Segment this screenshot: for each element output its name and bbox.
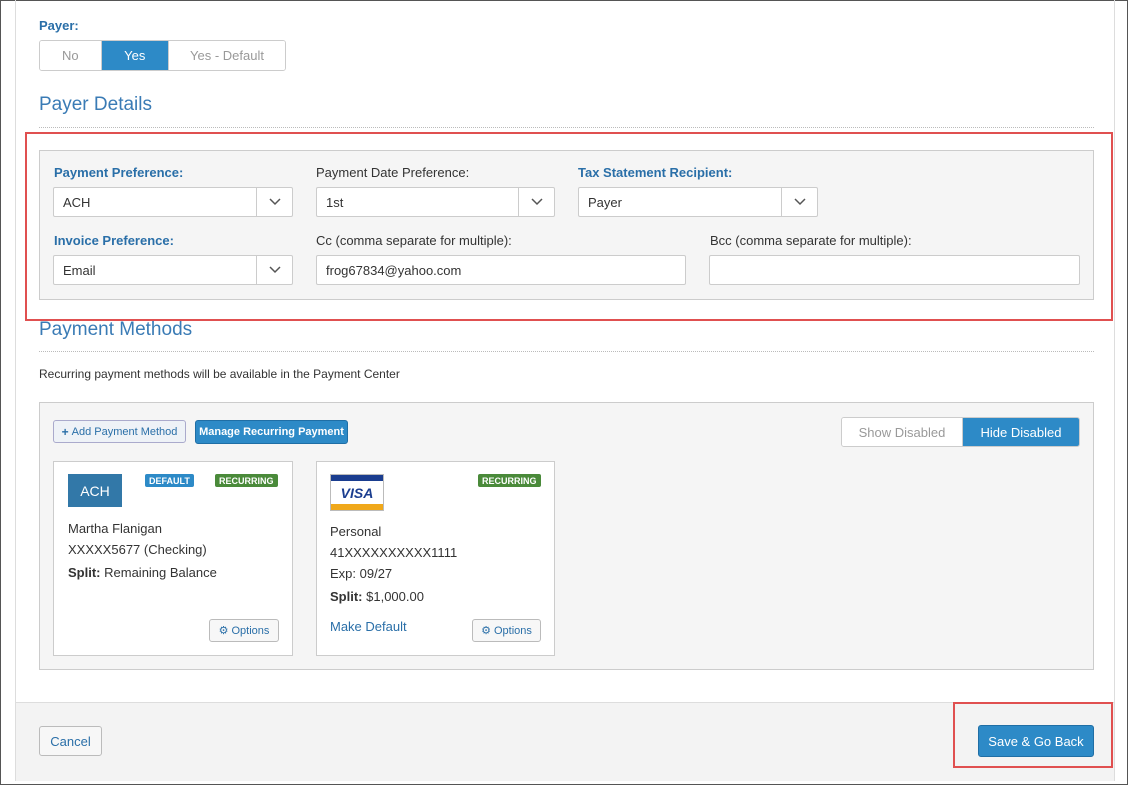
card-number: 41XXXXXXXXXX1111: [330, 545, 458, 560]
payer-option-no[interactable]: No: [40, 41, 102, 70]
payer-option-yes[interactable]: Yes: [101, 41, 169, 70]
options-label: Options: [231, 624, 270, 637]
card-holder-name: Martha Flanigan: [68, 521, 162, 536]
card-split: Split: $1,000.00: [330, 589, 424, 604]
disabled-toggle: Show Disabled Hide Disabled: [841, 417, 1080, 447]
split-value: $1,000.00: [366, 589, 424, 604]
add-payment-method-label: Add Payment Method: [71, 425, 178, 438]
gear-icon: ⚙: [218, 625, 229, 637]
highlight-box-save: [953, 702, 1113, 768]
options-button[interactable]: ⚙ Options: [209, 619, 279, 642]
options-button[interactable]: ⚙ Options: [472, 619, 541, 642]
recurring-badge: RECURRING: [215, 474, 278, 487]
payer-toggle: No Yes Yes - Default: [39, 40, 286, 71]
ach-icon: ACH: [68, 474, 122, 507]
divider: [39, 351, 1094, 352]
split-label: Split:: [68, 565, 101, 580]
card-account: XXXXX5677 (Checking): [68, 542, 207, 557]
make-default-link[interactable]: Make Default: [330, 619, 407, 634]
hide-disabled-button[interactable]: Hide Disabled: [962, 418, 1079, 446]
card-expiration: Exp: 09/27: [330, 566, 393, 581]
show-disabled-button[interactable]: Show Disabled: [842, 418, 963, 446]
payer-details-title: Payer Details: [39, 94, 152, 115]
card-split: Split: Remaining Balance: [68, 565, 217, 580]
add-payment-method-button[interactable]: + Add Payment Method: [53, 420, 186, 443]
payment-methods-title: Payment Methods: [39, 319, 193, 340]
split-value: Remaining Balance: [104, 565, 217, 580]
recurring-badge: RECURRING: [478, 474, 541, 487]
cancel-button[interactable]: Cancel: [39, 726, 102, 756]
footer-bar: [16, 702, 1114, 781]
card-nickname: Personal: [330, 524, 382, 539]
divider: [39, 127, 1094, 128]
default-badge: DEFAULT: [145, 474, 194, 487]
manage-recurring-payment-button[interactable]: Manage Recurring Payment: [195, 420, 348, 444]
payer-label: Payer:: [39, 18, 79, 33]
gear-icon: ⚙: [481, 625, 491, 637]
payment-methods-note: Recurring payment methods will be availa…: [39, 367, 400, 381]
visa-icon: VISA: [330, 474, 384, 511]
options-label: Options: [493, 624, 532, 637]
payer-option-yes-default[interactable]: Yes - Default: [168, 41, 285, 70]
highlight-box-details: [25, 132, 1113, 321]
split-label: Split:: [330, 589, 363, 604]
plus-icon: +: [61, 424, 69, 439]
